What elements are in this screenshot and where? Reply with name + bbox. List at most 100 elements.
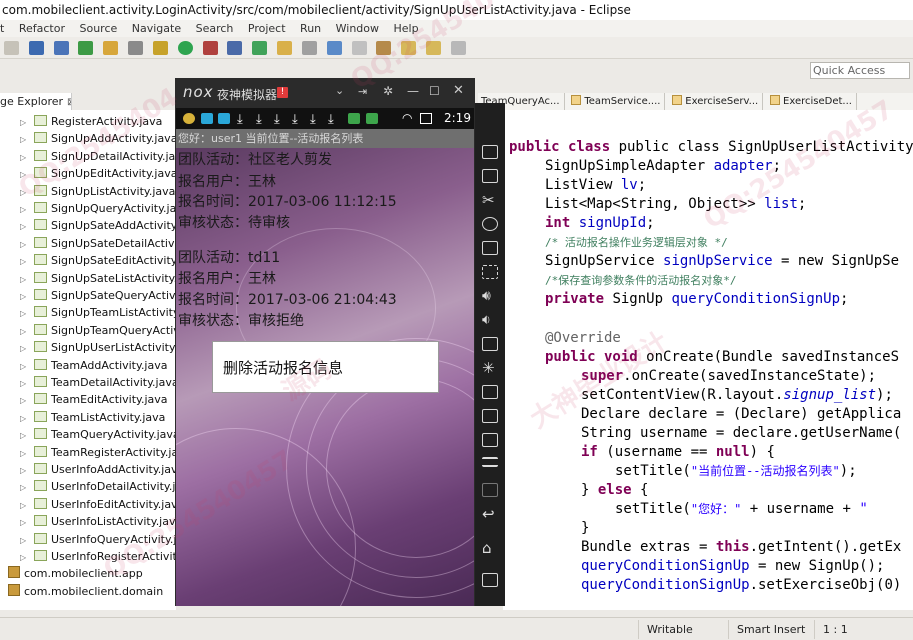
- menu-icon[interactable]: [482, 457, 498, 467]
- robot-icon[interactable]: [482, 169, 498, 183]
- expand-arrow-icon[interactable]: ▷: [20, 410, 30, 427]
- explorer-file[interactable]: ▷ UserInfoRegisterActivity.j: [0, 548, 176, 565]
- open-folder-icon[interactable]: [103, 41, 119, 55]
- explorer-file[interactable]: ▷ TeamEditActivity.java: [0, 391, 168, 408]
- expand-arrow-icon[interactable]: ▷: [20, 392, 30, 409]
- menu-source[interactable]: Source: [79, 22, 117, 35]
- home-icon[interactable]: ⌂: [482, 541, 498, 556]
- expand-arrow-icon[interactable]: ▷: [20, 323, 30, 340]
- volume-up-icon[interactable]: 🔊︎: [482, 289, 498, 303]
- explorer-file[interactable]: ▷ SignUpTeamQueryActivity: [0, 322, 176, 339]
- explorer-file[interactable]: ▷ UserInfoQueryActivity.jav: [0, 531, 176, 548]
- explorer-file[interactable]: ▷ SignUpSateQueryActivity.j: [0, 287, 176, 304]
- package-explorer-tab[interactable]: ge Explorer⊠: [0, 93, 72, 110]
- scissors-icon[interactable]: ✂: [482, 193, 498, 208]
- screenshot-icon[interactable]: [482, 385, 498, 399]
- maximize-icon[interactable]: ☐: [429, 84, 440, 98]
- shake-icon[interactable]: ✳: [482, 361, 498, 376]
- menu-search[interactable]: Search: [196, 22, 234, 35]
- new-class-icon[interactable]: [252, 41, 268, 55]
- tab-team-service[interactable]: TeamService....: [568, 93, 666, 110]
- expand-arrow-icon[interactable]: ▷: [20, 479, 30, 496]
- multi-instance-icon[interactable]: [482, 433, 498, 447]
- new-icon[interactable]: [4, 41, 19, 55]
- expand-arrow-icon[interactable]: ▷: [20, 427, 30, 444]
- expand-arrow-icon[interactable]: ▷: [20, 271, 30, 288]
- explorer-file[interactable]: ▷ SignUpAddActivity.java: [0, 130, 176, 147]
- volume-down-icon[interactable]: 🔉︎: [482, 313, 498, 327]
- annotation-icon[interactable]: [376, 41, 392, 55]
- expand-arrow-icon[interactable]: ▷: [20, 253, 30, 270]
- mark-icon[interactable]: [326, 41, 342, 55]
- expand-arrow-icon[interactable]: ▷: [20, 288, 30, 305]
- expand-arrow-icon[interactable]: ▷: [20, 514, 30, 531]
- open-type-icon[interactable]: [277, 41, 293, 55]
- expand-arrow-icon[interactable]: ▷: [20, 131, 30, 148]
- toggle-icon[interactable]: [351, 41, 367, 55]
- menu-refactor[interactable]: Refactor: [19, 22, 65, 35]
- menu-help[interactable]: Help: [394, 22, 419, 35]
- explorer-file[interactable]: ▷ SignUpListActivity.java: [0, 183, 175, 200]
- expand-arrow-icon[interactable]: ▷: [20, 549, 30, 566]
- explorer-file[interactable]: ▷ TeamDetailActivity.java: [0, 374, 176, 391]
- code-editor[interactable]: public class public class SignUpUserList…: [503, 110, 913, 610]
- recent-apps-icon[interactable]: [482, 573, 498, 587]
- explorer-file[interactable]: ▷ SignUpUserListActivity.jav: [0, 339, 176, 356]
- chevron-down-icon[interactable]: ⌄: [335, 84, 344, 97]
- explorer-file[interactable]: ▷ UserInfoAddActivity.java: [0, 461, 176, 478]
- delete-signup-menu-item[interactable]: 删除活动报名信息: [212, 341, 439, 393]
- explorer-file[interactable]: ▷ TeamRegisterActivity.java: [0, 444, 176, 461]
- tools-icon[interactable]: [128, 41, 144, 55]
- expand-arrow-icon[interactable]: ▷: [20, 340, 30, 357]
- expand-arrow-icon[interactable]: ▷: [20, 462, 30, 479]
- expand-arrow-icon[interactable]: ▷: [20, 114, 30, 131]
- explorer-file[interactable]: ▷ SignUpEditActivity.java: [0, 165, 176, 182]
- explorer-file[interactable]: ▷ SignUpSateEditActivity.jav: [0, 252, 176, 269]
- expand-arrow-icon[interactable]: ▷: [20, 445, 30, 462]
- menu-run[interactable]: Run: [300, 22, 321, 35]
- explorer-file[interactable]: ▷ UserInfoListActivity.java: [0, 513, 176, 530]
- save-icon[interactable]: [28, 41, 44, 55]
- explorer-file[interactable]: ▷ SignUpDetailActivity.java: [0, 148, 176, 165]
- explorer-file[interactable]: ▷ SignUpTeamListActivity.ja: [0, 304, 176, 321]
- apk-icon[interactable]: [482, 337, 498, 351]
- debug-icon[interactable]: [152, 41, 168, 55]
- back-icon[interactable]: [401, 41, 417, 55]
- explorer-file[interactable]: ▷ UserInfoEditActivity.java: [0, 496, 176, 513]
- explorer-file[interactable]: ▷ RegisterActivity.java: [0, 113, 162, 130]
- explorer-file[interactable]: ▷ SignUpSateListActivity.jav: [0, 270, 176, 287]
- menu-window[interactable]: Window: [336, 22, 379, 35]
- expand-arrow-icon[interactable]: ▷: [20, 236, 30, 253]
- close-icon[interactable]: ✕: [453, 83, 464, 98]
- quick-access-input[interactable]: Quick Access: [810, 62, 910, 79]
- new-java-icon[interactable]: [227, 41, 243, 55]
- forward-icon[interactable]: [426, 41, 442, 55]
- more-icon[interactable]: [482, 483, 498, 497]
- gear-icon[interactable]: ✲: [383, 84, 393, 98]
- save-all-icon[interactable]: [53, 41, 69, 55]
- external-tools-icon[interactable]: [202, 41, 218, 55]
- tab-exercise-detail[interactable]: ExerciseDet...: [767, 93, 857, 110]
- phone-icon[interactable]: [482, 145, 498, 159]
- back-icon[interactable]: ↩: [482, 507, 498, 522]
- explorer-package[interactable]: com.mobileclient.domain: [0, 583, 163, 600]
- keyboard-icon[interactable]: [482, 241, 498, 255]
- pin-icon[interactable]: ⇥: [358, 85, 367, 98]
- tab-exercise-service[interactable]: ExerciseServ...: [669, 93, 764, 110]
- expand-arrow-icon[interactable]: ▷: [20, 532, 30, 549]
- menu-project[interactable]: Project: [248, 22, 286, 35]
- expand-arrow-icon[interactable]: ▷: [20, 184, 30, 201]
- explorer-package[interactable]: com.mobileclient.app: [0, 565, 143, 582]
- expand-arrow-icon[interactable]: ▷: [20, 497, 30, 514]
- explorer-file[interactable]: ▷ TeamQueryActivity.java: [0, 426, 176, 443]
- location-icon[interactable]: [482, 217, 498, 231]
- explorer-file[interactable]: ▷ SignUpSateDetailActivity.j: [0, 235, 176, 252]
- explorer-file[interactable]: ▷ TeamAddActivity.java: [0, 357, 167, 374]
- expand-arrow-icon[interactable]: ▷: [20, 201, 30, 218]
- minimize-icon[interactable]: —: [407, 84, 419, 98]
- explorer-file[interactable]: ▷ TeamListActivity.java: [0, 409, 165, 426]
- explorer-file[interactable]: ▷ SignUpQueryActivity.java: [0, 200, 176, 217]
- menu-navigate[interactable]: Navigate: [132, 22, 181, 35]
- menu-file[interactable]: t: [0, 22, 4, 35]
- close-icon[interactable]: ⊠: [67, 97, 71, 108]
